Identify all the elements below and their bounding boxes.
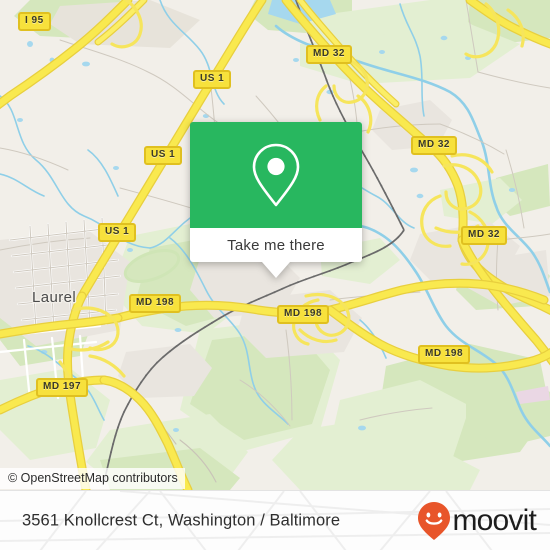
road-shield-us1-low[interactable]: US 1 [98,223,137,242]
road-shield-md32-low[interactable]: MD 32 [461,226,507,245]
footer-bar: 3561 Knollcrest Ct, Washington / Baltimo… [0,490,550,550]
location-popup-card[interactable]: Take me there [190,122,362,278]
road-shield-md197[interactable]: MD 197 [36,378,89,397]
moovit-wordmark: moovit [452,503,536,537]
road-shield-md198-west[interactable]: MD 198 [129,294,182,313]
road-shield-us1-top[interactable]: US 1 [193,70,232,89]
road-shield-i95[interactable]: I 95 [18,12,51,31]
map-pin-icon [252,143,300,207]
moovit-brand-logo[interactable]: moovit [417,501,537,541]
popup-action-bar[interactable]: Take me there [190,228,362,262]
map-canvas[interactable]: .forest{ fill:#d5e7bd; } .grass{ fill:#e… [0,0,550,490]
popup-tail-pointer [262,262,290,278]
road-shield-md32-top[interactable]: MD 32 [306,45,352,64]
road-shield-md32-mid[interactable]: MD 32 [411,136,457,155]
take-me-there-label: Take me there [227,236,325,254]
road-shield-md198-east[interactable]: MD 198 [418,345,471,364]
popup-header [190,122,362,228]
road-shield-md198-center[interactable]: MD 198 [277,305,330,324]
place-label-laurel: Laurel [32,289,77,306]
moovit-pin-smiley-icon [418,501,451,540]
location-address-label: 3561 Knollcrest Ct, Washington / Baltimo… [22,511,341,529]
osm-attribution[interactable]: © OpenStreetMap contributors [0,468,185,489]
road-shield-us1-mid[interactable]: US 1 [144,146,183,165]
